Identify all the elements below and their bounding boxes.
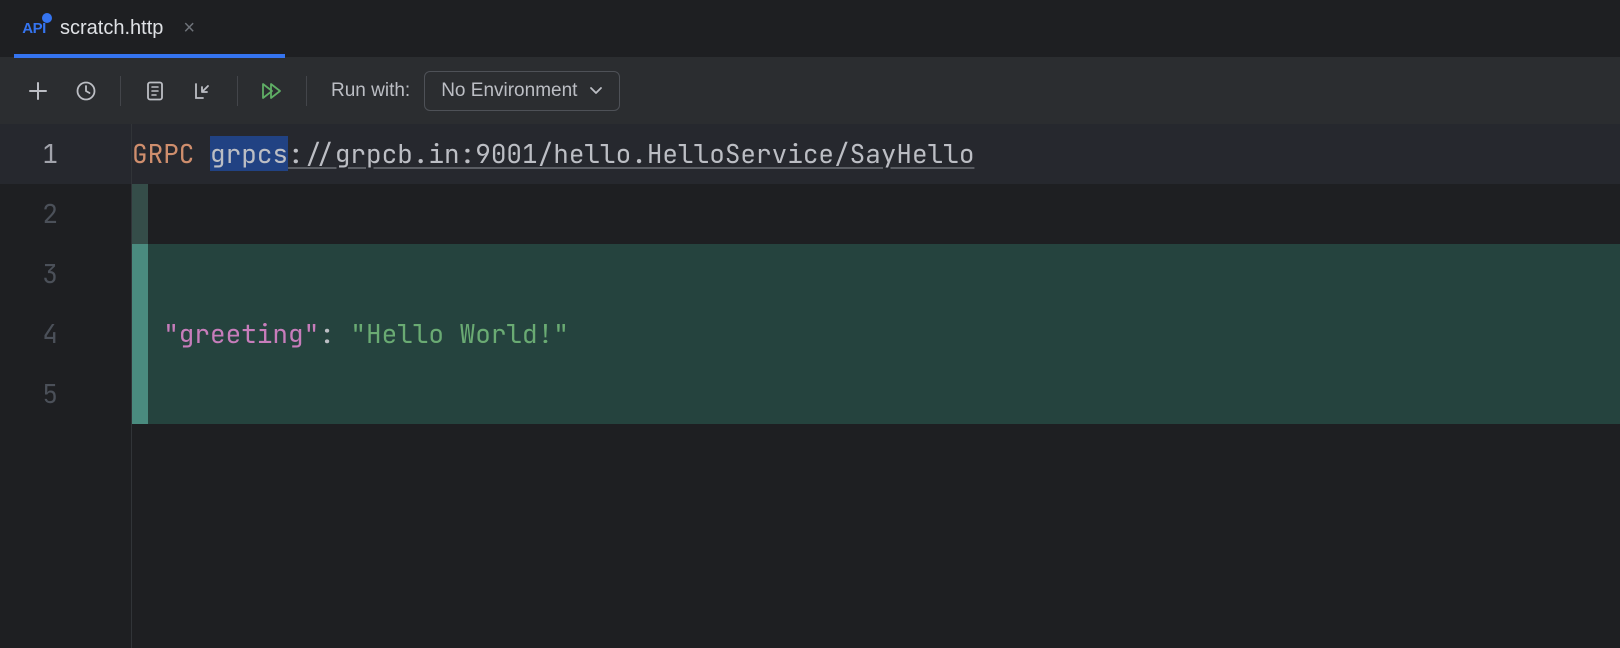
code-line[interactable]: [132, 184, 1620, 244]
line-number: 4: [0, 304, 88, 364]
add-request-button[interactable]: [18, 71, 58, 111]
import-icon: [192, 80, 214, 102]
line-number: 2: [0, 184, 88, 244]
close-icon[interactable]: ×: [183, 17, 195, 40]
chevron-down-icon: [589, 86, 603, 96]
environment-select[interactable]: No Environment: [424, 71, 620, 111]
code-line[interactable]: GRPC grpcs://grpcb.in:9001/hello.HelloSe…: [132, 124, 1620, 184]
separator: [120, 76, 121, 106]
history-icon: [75, 80, 97, 102]
run-all-button[interactable]: [252, 71, 292, 111]
run-icon: [260, 80, 284, 102]
json-value: "Hello World!": [350, 316, 568, 351]
code-area[interactable]: GRPC grpcs://grpcb.in:9001/hello.HelloSe…: [132, 124, 1620, 648]
code-line[interactable]: }: [132, 364, 1620, 424]
injected-language-marker: [132, 244, 148, 424]
code-line[interactable]: {: [132, 244, 1620, 304]
json-key: "greeting": [163, 316, 319, 351]
add-icon: [27, 80, 49, 102]
http-method: GRPC: [132, 136, 194, 171]
examples-button[interactable]: [135, 71, 175, 111]
separator: [237, 76, 238, 106]
history-button[interactable]: [66, 71, 106, 111]
tab-bar: API scratch.http ×: [0, 0, 1620, 58]
tab-scratch-http[interactable]: API scratch.http ×: [0, 0, 215, 57]
code-editor[interactable]: 1 2 3 4 5 GRPC grpcs://grpcb.in:9001/hel…: [0, 124, 1620, 648]
line-number: 5: [0, 364, 88, 424]
import-button[interactable]: [183, 71, 223, 111]
gutter: 1 2 3 4 5: [0, 124, 88, 648]
gutter-border: [88, 124, 132, 648]
line-number: 1: [0, 124, 88, 184]
api-icon: API: [20, 15, 48, 43]
line-number: 3: [0, 244, 88, 304]
separator: [306, 76, 307, 106]
run-with-label: Run with:: [331, 80, 410, 102]
code-line[interactable]: "greeting": "Hello World!": [132, 304, 1620, 364]
tab-title: scratch.http: [60, 17, 163, 40]
request-url: ://grpcb.in:9001/hello.HelloService/SayH…: [288, 136, 974, 171]
environment-value: No Environment: [441, 80, 577, 102]
examples-icon: [145, 80, 165, 102]
toolbar: Run with: No Environment: [0, 58, 1620, 124]
url-scheme-selected: grpcs: [210, 136, 288, 171]
